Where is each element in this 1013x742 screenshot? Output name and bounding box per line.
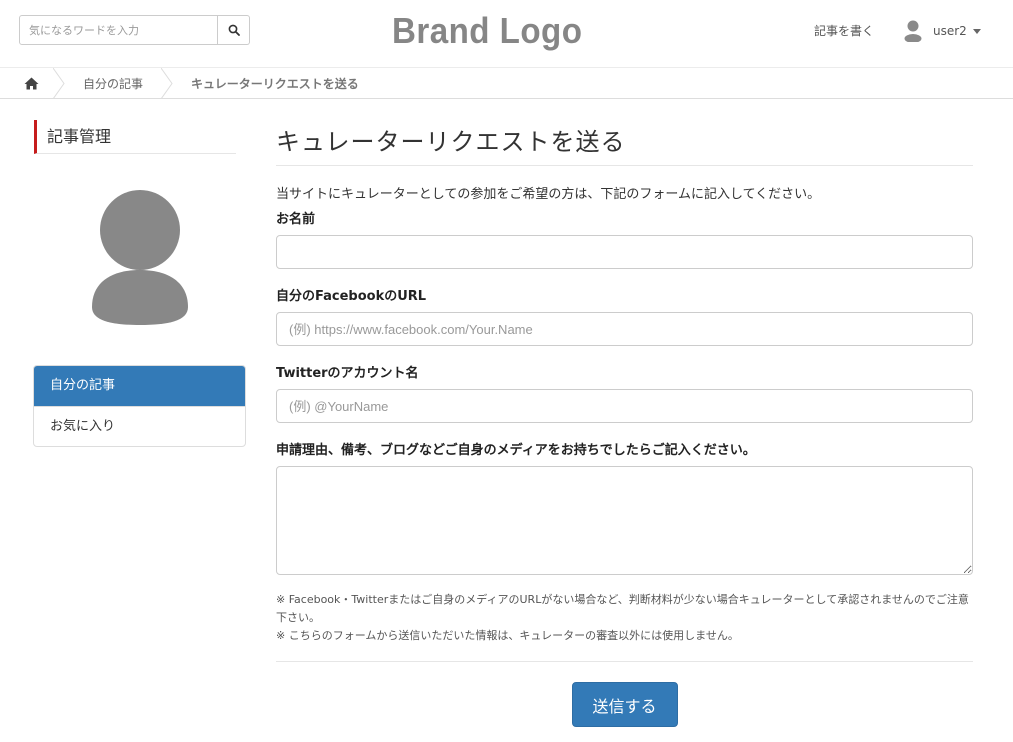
- chevron-down-icon: [972, 28, 981, 34]
- breadcrumb-separator: [53, 68, 65, 99]
- name-field[interactable]: [276, 235, 973, 269]
- search-icon: [228, 24, 240, 36]
- breadcrumb-my-articles[interactable]: 自分の記事: [65, 68, 161, 98]
- form-group-twitter: Twitterのアカウント名: [276, 365, 973, 423]
- main-content: キュレーターリクエストを送る 当サイトにキュレーターとしての参加をご希望の方は、…: [276, 120, 973, 727]
- facebook-label: 自分のFacebookのURL: [276, 289, 427, 304]
- user-menu[interactable]: user2: [903, 20, 981, 42]
- page-title: キュレーターリクエストを送る: [276, 120, 973, 166]
- form-group-reason: 申請理由、備考、ブログなどご自身のメディアをお持ちでしたらご記入ください。: [276, 442, 973, 575]
- profile-avatar-icon: [92, 190, 188, 325]
- sidebar-item-my-articles[interactable]: 自分の記事: [34, 366, 245, 406]
- user-name: user2: [933, 24, 967, 38]
- note-2: ※ こちらのフォームから送信いただいた情報は、キュレーターの審査以外には使用しま…: [276, 629, 739, 642]
- notes: ※ Facebook・Twitterまたはご自身のメディアのURLがない場合など…: [276, 591, 973, 645]
- submit-button[interactable]: 送信する: [571, 682, 678, 727]
- name-label: お名前: [276, 212, 316, 227]
- intro-text: 当サイトにキュレーターとしての参加をご希望の方は、下記のフォームに記入してくださ…: [276, 187, 821, 202]
- reason-textarea[interactable]: [276, 466, 973, 575]
- search-input[interactable]: [19, 15, 218, 45]
- form-group-facebook: 自分のFacebookのURL: [276, 288, 973, 346]
- sidebar-menu: 自分の記事 お気に入り: [33, 365, 246, 447]
- search-bar: [19, 15, 250, 45]
- write-article-link[interactable]: 記事を書く: [814, 22, 874, 39]
- breadcrumb-current: キュレーターリクエストを送る: [191, 76, 359, 91]
- search-button[interactable]: [218, 15, 250, 45]
- user-avatar-icon: [904, 20, 922, 42]
- breadcrumb-home[interactable]: [0, 68, 53, 98]
- sidebar-item-favorites[interactable]: お気に入り: [34, 406, 245, 446]
- twitter-account-field[interactable]: [276, 389, 973, 423]
- twitter-label: Twitterのアカウント名: [276, 366, 419, 381]
- site-header: Brand Logo 記事を書く user2: [0, 0, 1013, 68]
- home-icon: [24, 77, 39, 89]
- form-group-name: お名前: [276, 211, 973, 269]
- brand-logo[interactable]: Brand Logo: [392, 6, 582, 56]
- note-1: ※ Facebook・Twitterまたはご自身のメディアのURLがない場合など…: [276, 593, 969, 624]
- reason-label: 申請理由、備考、ブログなどご自身のメディアをお持ちでしたらご記入ください。: [276, 443, 756, 458]
- breadcrumb-separator: [161, 68, 173, 99]
- sidebar-title: 記事管理: [34, 120, 236, 154]
- divider: [276, 661, 973, 662]
- breadcrumb: 自分の記事 キュレーターリクエストを送る: [0, 68, 1013, 99]
- facebook-url-field[interactable]: [276, 312, 973, 346]
